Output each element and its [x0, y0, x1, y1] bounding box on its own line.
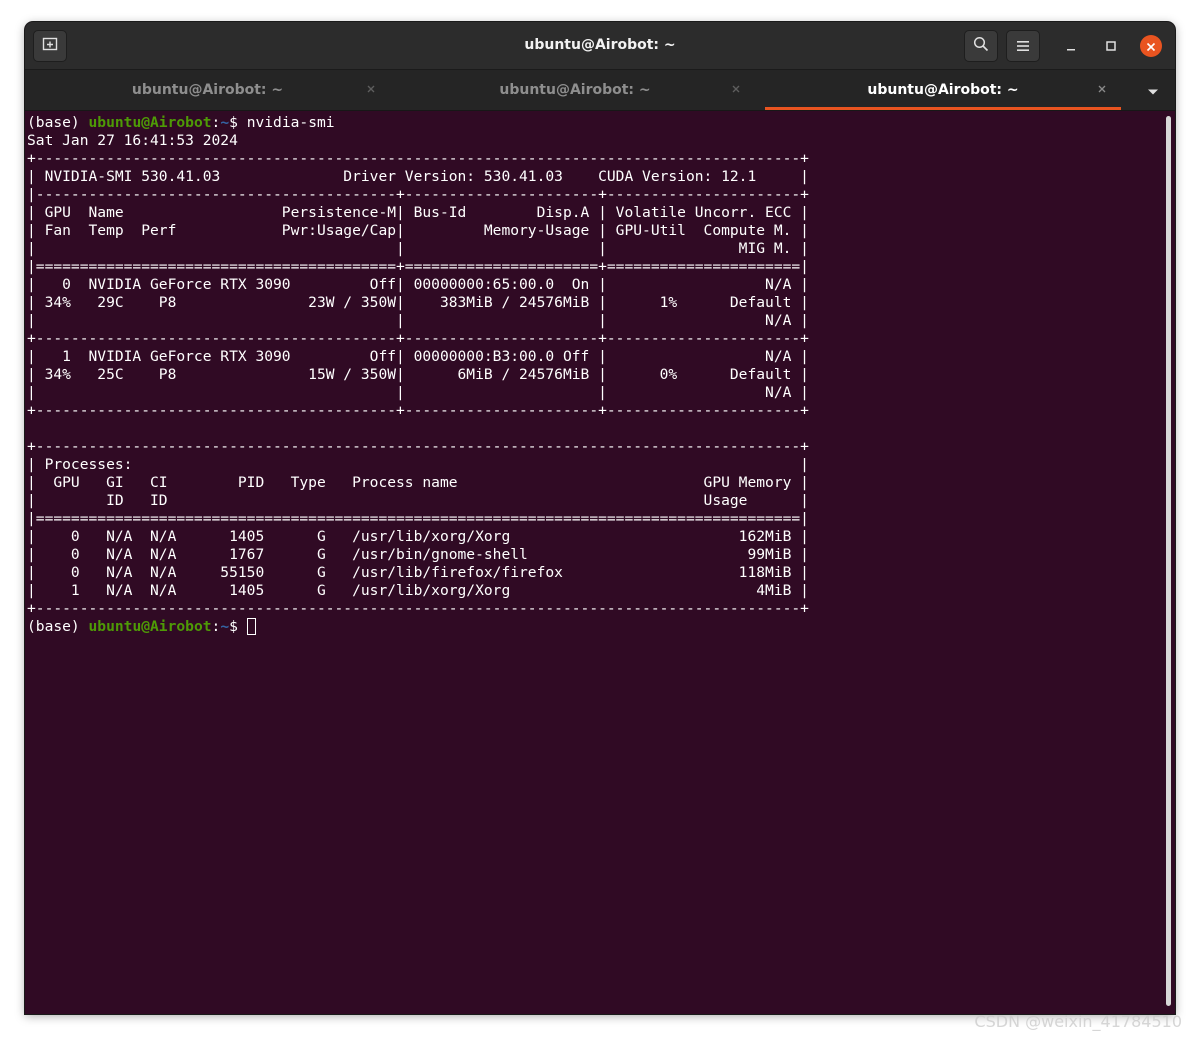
- command-text: nvidia-smi: [246, 114, 335, 131]
- terminal-output[interactable]: (base) ubuntu@Airobot:~$ nvidia-smi Sat …: [27, 114, 1165, 1014]
- output-line: +---------------------------------------…: [27, 402, 809, 419]
- output-line: | 1 N/A N/A 1405 G /usr/lib/xorg/Xorg 4M…: [27, 582, 809, 599]
- tab-close-button[interactable]: [364, 81, 378, 95]
- output-line: | ID ID Usage |: [27, 492, 809, 509]
- prompt-symbol: $: [229, 114, 247, 131]
- vertical-scrollbar[interactable]: [1165, 114, 1173, 1010]
- tab-label: ubuntu@Airobot: ~: [499, 82, 651, 98]
- prompt-path: ~: [220, 618, 230, 635]
- prompt-separator: :: [211, 618, 221, 635]
- output-line: |=======================================…: [27, 510, 809, 527]
- output-line: |=======================================…: [27, 258, 809, 275]
- prompt-path: ~: [220, 114, 230, 131]
- terminal-window: ubuntu@Airobot: ~ ubuntu@Airobot: ~ ubun…: [25, 22, 1175, 1014]
- output-line: | GPU GI CI PID Type Process name GPU Me…: [27, 474, 809, 491]
- close-icon: [1097, 79, 1107, 98]
- search-button[interactable]: [964, 30, 998, 62]
- prompt-line[interactable]: (base) ubuntu@Airobot:~$: [27, 618, 256, 636]
- prompt-symbol: $: [229, 618, 247, 635]
- prompt-separator: :: [211, 114, 221, 131]
- menu-button[interactable]: [1006, 30, 1040, 62]
- prompt-user-host: ubuntu@Airobot: [88, 618, 212, 635]
- close-button[interactable]: [1140, 35, 1162, 57]
- output-line: +---------------------------------------…: [27, 150, 809, 167]
- title-bar[interactable]: ubuntu@Airobot: ~: [25, 22, 1175, 70]
- output-line: | 34% 29C P8 23W / 350W| 383MiB / 24576M…: [27, 294, 809, 311]
- command-line: (base) ubuntu@Airobot:~$ nvidia-smi: [27, 114, 335, 132]
- search-icon: [973, 36, 989, 56]
- output-line: Sat Jan 27 16:41:53 2024: [27, 132, 300, 149]
- output-line: | | | N/A |: [27, 312, 809, 329]
- output-line: +---------------------------------------…: [27, 330, 809, 347]
- minimize-icon: [1065, 37, 1077, 56]
- watermark: CSDN @weixin_41784510: [974, 1012, 1182, 1031]
- tab-label: ubuntu@Airobot: ~: [867, 82, 1019, 98]
- text-cursor: [246, 618, 256, 635]
- output-line: | Processes: |: [27, 456, 809, 473]
- tab-list-dropdown[interactable]: [1143, 82, 1163, 98]
- maximize-icon: [1105, 37, 1117, 56]
- output-line: | 1 NVIDIA GeForce RTX 3090 Off| 0000000…: [27, 348, 809, 365]
- prompt-user-host: ubuntu@Airobot: [88, 114, 212, 131]
- window-title: ubuntu@Airobot: ~: [524, 37, 676, 53]
- output-line: | GPU Name Persistence-M| Bus-Id Disp.A …: [27, 204, 809, 221]
- output-line: | NVIDIA-SMI 530.41.03 Driver Version: 5…: [27, 168, 809, 185]
- output-line: |---------------------------------------…: [27, 186, 809, 203]
- chevron-down-icon: [1147, 81, 1159, 100]
- output-line: | 0 N/A N/A 1405 G /usr/lib/xorg/Xorg 16…: [27, 528, 809, 545]
- output-line: | | | N/A |: [27, 384, 809, 401]
- output-line: | 0 NVIDIA GeForce RTX 3090 Off| 0000000…: [27, 276, 809, 293]
- tab-bar: ubuntu@Airobot: ~ ubuntu@Airobot: ~ ubun…: [25, 70, 1175, 111]
- output-line: | 0 N/A N/A 1767 G /usr/bin/gnome-shell …: [27, 546, 809, 563]
- tab-close-button[interactable]: [1095, 81, 1109, 95]
- close-icon: [731, 79, 741, 98]
- close-icon: [366, 79, 376, 98]
- tab-3[interactable]: ubuntu@Airobot: ~: [765, 70, 1121, 110]
- close-icon: [1146, 37, 1156, 56]
- tab-label: ubuntu@Airobot: ~: [131, 82, 284, 98]
- hamburger-menu-icon: [1016, 37, 1030, 56]
- conda-env: (base): [27, 114, 89, 131]
- output-line: | 0 N/A N/A 55150 G /usr/lib/firefox/fir…: [27, 564, 809, 581]
- conda-env: (base): [27, 618, 89, 635]
- output-line: +---------------------------------------…: [27, 600, 809, 617]
- output-line: | Fan Temp Perf Pwr:Usage/Cap| Memory-Us…: [27, 222, 809, 239]
- tab-1[interactable]: ubuntu@Airobot: ~: [25, 70, 390, 110]
- minimize-button[interactable]: [1060, 35, 1082, 57]
- output-line: | | | MIG M. |: [27, 240, 809, 257]
- tab-close-button[interactable]: [729, 81, 743, 95]
- output-line: +---------------------------------------…: [27, 438, 809, 455]
- scrollbar-thumb[interactable]: [1166, 116, 1171, 1006]
- maximize-button[interactable]: [1100, 35, 1122, 57]
- output-line: | 34% 25C P8 15W / 350W| 6MiB / 24576MiB…: [27, 366, 809, 383]
- tab-2[interactable]: ubuntu@Airobot: ~: [390, 70, 760, 110]
